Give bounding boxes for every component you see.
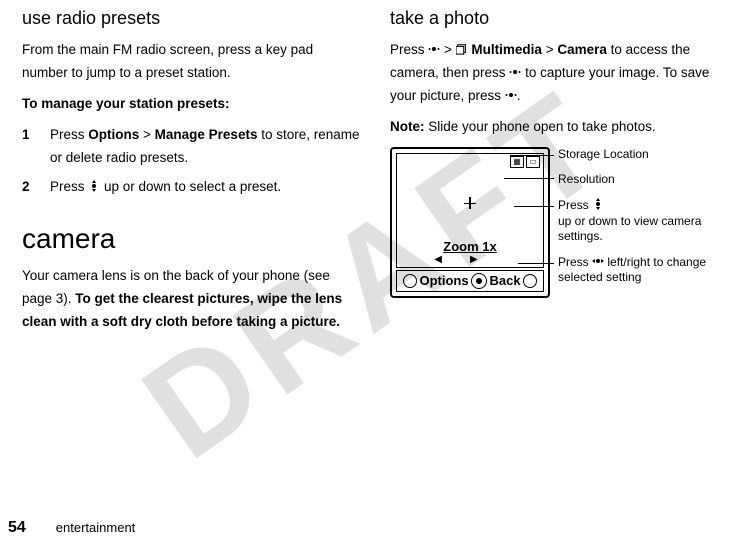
multimedia-menu: Multimedia — [471, 42, 542, 57]
zoom-indicator: Zoom 1x ◀▶ — [397, 238, 543, 265]
preset-intro: From the main FM radio screen, press a k… — [22, 39, 362, 85]
leader-line — [518, 263, 554, 264]
nav-key-icon — [88, 180, 100, 192]
right-lens-icon — [523, 274, 537, 288]
back-softkey: Back — [489, 273, 520, 288]
resolution-icon: ▭ — [526, 156, 540, 168]
step-2-b: up or down to select a preset. — [100, 179, 281, 194]
leader-line — [510, 155, 554, 156]
take-photo-steps: Press > Multimedia > Camera to access th… — [390, 39, 730, 108]
zoom-text: Zoom 1x — [443, 239, 496, 254]
options-softkey: Options — [419, 273, 468, 288]
heading-take-photo: take a photo — [390, 8, 730, 29]
co4-a: Press — [558, 255, 592, 269]
tp-d: . — [517, 88, 521, 103]
manage-presets-label: To manage your station presets: — [22, 93, 362, 116]
callout-resolution-text: Resolution — [558, 172, 615, 186]
callout-leftright: Press left/right to change selected sett… — [558, 255, 730, 286]
viewfinder-screen: ▦ ▭ Zoom 1x ◀▶ — [396, 153, 544, 268]
page-number: 54 — [8, 519, 26, 537]
preset-steps: 1 Press Options > Manage Presets to stor… — [22, 124, 362, 199]
section-name: entertainment — [56, 520, 136, 535]
center-key-icon-3 — [505, 89, 517, 101]
nav-key-icon — [592, 198, 604, 210]
tp-gt1: > — [440, 42, 455, 57]
center-key-icon-2 — [509, 66, 521, 78]
left-lens-icon — [403, 274, 417, 288]
note-label: Note: — [390, 119, 425, 134]
callout-updown: Press up or down to view camera settings… — [558, 198, 730, 245]
note-line: Note: Slide your phone open to take phot… — [390, 116, 730, 139]
leader-line — [514, 206, 554, 207]
leader-line — [504, 178, 554, 179]
step-1-a: Press — [50, 127, 88, 142]
page-footer: 54 entertainment — [8, 519, 135, 537]
multimedia-icon — [456, 43, 468, 55]
step-2-a: Press — [50, 179, 88, 194]
camera-intro: Your camera lens is on the back of your … — [22, 265, 362, 334]
step-1: 1 Press Options > Manage Presets to stor… — [22, 124, 362, 170]
step-2-text: Press up or down to select a preset. — [50, 176, 362, 199]
step-1-gt: > — [139, 127, 154, 142]
callout-storage: Storage Location — [558, 147, 730, 163]
shutter-icon — [471, 273, 487, 289]
co3-b: up or down to view camera settings. — [558, 214, 701, 244]
step-1-text: Press Options > Manage Presets to store,… — [50, 124, 362, 170]
step-2-number: 2 — [22, 176, 50, 199]
camera-figure: ▦ ▭ Zoom 1x ◀▶ Options Back — [390, 147, 730, 298]
heading-use-radio-presets: use radio presets — [22, 8, 362, 29]
right-column: take a photo Press > Multimedia > Camera… — [376, 8, 744, 500]
tp-gt2: > — [542, 42, 557, 57]
co3-a: Press — [558, 198, 592, 212]
callout-storage-text: Storage Location — [558, 147, 649, 161]
options-softkey-label: Options — [88, 127, 139, 142]
note-text: Slide your phone open to take photos. — [425, 119, 656, 134]
callout-resolution: Resolution — [558, 172, 730, 188]
status-icon-row: ▦ ▭ — [510, 156, 540, 168]
phone-frame: ▦ ▭ Zoom 1x ◀▶ Options Back — [390, 147, 550, 298]
phone-mock: ▦ ▭ Zoom 1x ◀▶ Options Back — [390, 147, 550, 298]
storage-icon: ▦ — [510, 156, 524, 168]
camera-menu: Camera — [557, 42, 607, 57]
page-columns: use radio presets From the main FM radio… — [0, 0, 752, 500]
softkey-row: Options Back — [396, 270, 544, 292]
center-key-icon — [428, 43, 440, 55]
manage-presets-menu: Manage Presets — [155, 127, 258, 142]
tp-a: Press — [390, 42, 428, 57]
step-2: 2 Press up or down to select a preset. — [22, 176, 362, 199]
step-1-number: 1 — [22, 124, 50, 170]
nav-key-icon-horiz — [592, 255, 604, 267]
left-column: use radio presets From the main FM radio… — [8, 8, 376, 500]
heading-camera: camera — [22, 223, 362, 255]
figure-callouts: Storage Location Resolution Press up or … — [550, 147, 730, 296]
